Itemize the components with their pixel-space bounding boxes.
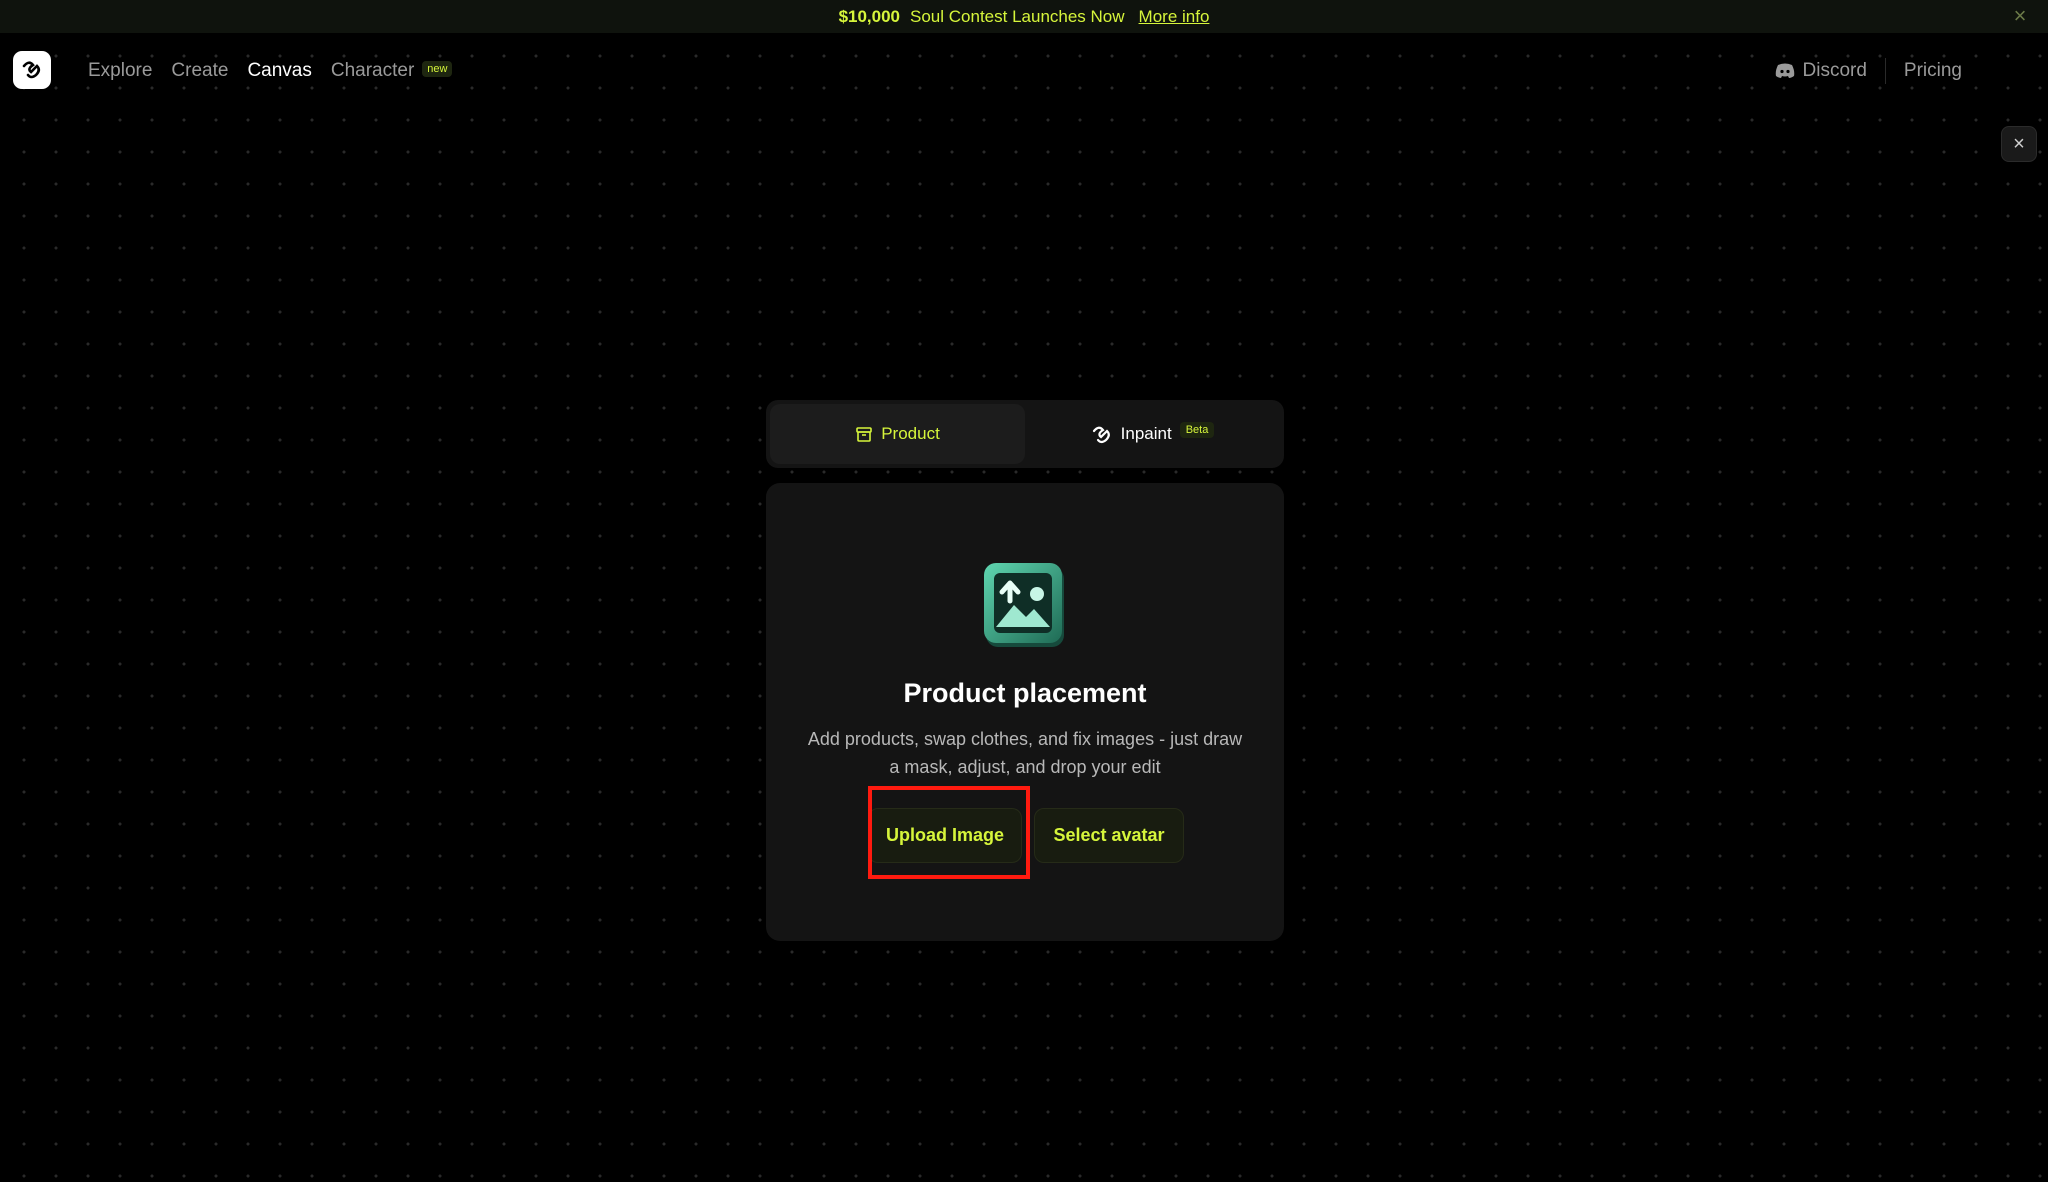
discord-label: Discord xyxy=(1802,60,1867,81)
tab-inpaint[interactable]: Inpaint Beta xyxy=(1025,404,1280,464)
mode-tabs: Product Inpaint Beta xyxy=(766,400,1284,468)
beta-badge: Beta xyxy=(1179,422,1215,438)
announcement-banner: $10,000 Soul Contest Launches Now More i… xyxy=(0,0,2048,33)
banner-message: Soul Contest Launches Now xyxy=(910,6,1125,26)
product-placement-card: Product placement Add products, swap clo… xyxy=(766,483,1284,941)
nav-canvas[interactable]: Canvas xyxy=(247,60,311,82)
tab-inpaint-label: Inpaint xyxy=(1120,424,1172,443)
more-info-link[interactable]: More info xyxy=(1139,7,1210,27)
nav-character[interactable]: Character new xyxy=(331,60,453,82)
brand-logo-icon[interactable] xyxy=(13,51,51,89)
upload-image-button[interactable]: Upload Image xyxy=(868,808,1022,863)
close-canvas-button[interactable]: × xyxy=(2001,126,2037,162)
tab-product[interactable]: Product xyxy=(770,404,1025,464)
select-avatar-button[interactable]: Select avatar xyxy=(1034,808,1184,863)
discord-link[interactable]: Discord xyxy=(1775,60,1885,82)
nav-explore[interactable]: Explore xyxy=(88,60,152,82)
brand-swirl-icon xyxy=(1092,426,1110,444)
close-icon[interactable]: × xyxy=(2008,3,2032,28)
pricing-link[interactable]: Pricing xyxy=(1886,60,1962,82)
nav-right: Discord Pricing xyxy=(1775,33,1962,109)
nav-create[interactable]: Create xyxy=(171,60,228,82)
image-upload-icon xyxy=(984,563,1064,647)
new-badge: new xyxy=(422,60,453,77)
card-description: Add products, swap clothes, and fix imag… xyxy=(807,729,1243,777)
card-title: Product placement xyxy=(903,678,1147,708)
banner-amount: $10,000 xyxy=(838,6,901,26)
close-icon: × xyxy=(2013,132,2025,155)
nav-links: Explore Create Canvas Character new xyxy=(88,33,453,109)
top-nav: Explore Create Canvas Character new Disco… xyxy=(0,33,2048,109)
nav-character-label: Character xyxy=(330,60,415,81)
box-icon xyxy=(856,427,873,442)
discord-icon xyxy=(1775,63,1794,78)
tab-product-label: Product xyxy=(881,424,940,443)
